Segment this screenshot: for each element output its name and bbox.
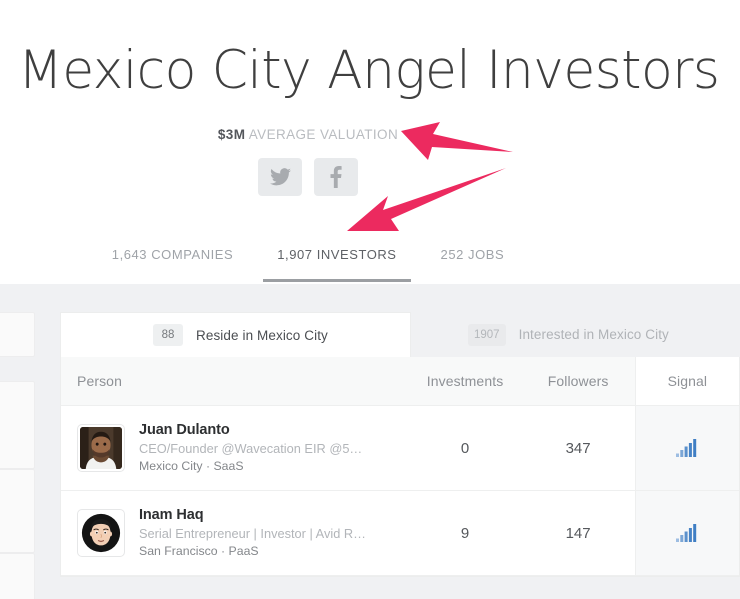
- person-info: Inam Haq Serial Entrepreneur | Investor …: [139, 507, 366, 560]
- person-info: Juan Dulanto CEO/Founder @Wavecation EIR…: [139, 422, 362, 475]
- followers-value: 147: [565, 524, 591, 542]
- filter-label-reside: Reside in Mexico City: [196, 327, 328, 343]
- filter-count-reside: 88: [153, 324, 183, 346]
- valuation-label: AVERAGE VALUATION: [248, 127, 399, 142]
- signal-cell: [634, 491, 739, 575]
- signal-bars-icon: [676, 439, 698, 457]
- left-partial-panel-3: [0, 469, 35, 553]
- investments-value: 0: [460, 439, 470, 457]
- person-bio: CEO/Founder @Wavecation EIR @5…: [139, 440, 363, 456]
- filter-tab-reside[interactable]: 88 Reside in Mexico City: [60, 312, 411, 357]
- facebook-button[interactable]: [314, 158, 358, 196]
- followers-cell: 147: [522, 491, 635, 575]
- column-header-person-label: Person: [77, 373, 122, 389]
- filter-label-interested: Interested in Mexico City: [518, 327, 669, 342]
- filter-count-interested: 1907: [468, 323, 506, 346]
- location-filter-tabs: 88 Reside in Mexico City 1907 Interested…: [60, 312, 740, 357]
- person-name[interactable]: Juan Dulanto: [139, 422, 362, 439]
- table-row[interactable]: Inam Haq Serial Entrepreneur | Investor …: [61, 491, 739, 576]
- twitter-button[interactable]: [258, 158, 302, 196]
- person-bio: Serial Entrepreneur | Investor | Avid R…: [139, 525, 366, 541]
- social-links: [0, 158, 616, 196]
- person-name[interactable]: Inam Haq: [139, 507, 366, 524]
- page-title: Mexico City Angel Investors: [18, 40, 720, 101]
- person-meta: San Francisco · PaaS: [139, 543, 259, 558]
- avatar: [77, 424, 125, 472]
- column-header-signal[interactable]: Signal: [634, 357, 739, 405]
- filter-tab-interested[interactable]: 1907 Interested in Mexico City: [411, 312, 740, 357]
- followers-value: 347: [565, 439, 591, 457]
- table-header-row: Person Investments Followers Signal: [61, 357, 739, 406]
- column-header-person[interactable]: Person: [61, 357, 408, 405]
- average-valuation: $3M AVERAGE VALUATION: [0, 127, 616, 143]
- column-header-followers-label: Followers: [547, 373, 609, 389]
- column-header-signal-label: Signal: [667, 373, 708, 389]
- left-partial-panel-2: [0, 381, 35, 469]
- page-root: Mexico City Angel Investors $3M AVERAGE …: [0, 0, 740, 599]
- table-row[interactable]: Juan Dulanto CEO/Founder @Wavecation EIR…: [61, 406, 739, 491]
- investments-value: 9: [460, 524, 470, 542]
- valuation-amount: $3M: [217, 127, 246, 142]
- avatar-photo: [80, 427, 122, 469]
- avatar: [77, 509, 125, 557]
- investments-cell: 9: [408, 491, 521, 575]
- tab-jobs[interactable]: 252 JOBS: [419, 243, 527, 282]
- profile-tabs: 1,643 COMPANIES 1,907 INVESTORS 252 JOBS: [0, 243, 616, 282]
- twitter-icon: [269, 168, 291, 186]
- person-cell[interactable]: Inam Haq Serial Entrepreneur | Investor …: [61, 491, 408, 575]
- investments-cell: 0: [408, 406, 521, 490]
- column-header-investments[interactable]: Investments: [408, 357, 521, 405]
- table-body: Juan Dulanto CEO/Founder @Wavecation EIR…: [61, 406, 739, 576]
- person-cell[interactable]: Juan Dulanto CEO/Founder @Wavecation EIR…: [61, 406, 408, 490]
- left-partial-panel-4: [0, 553, 35, 599]
- person-meta: Mexico City · SaaS: [139, 458, 244, 473]
- signal-cell: [634, 406, 739, 490]
- tab-companies[interactable]: 1,643 COMPANIES: [90, 243, 255, 282]
- profile-header: Mexico City Angel Investors $3M AVERAGE …: [0, 0, 740, 284]
- facebook-icon: [330, 166, 342, 188]
- column-header-followers[interactable]: Followers: [522, 357, 635, 405]
- signal-bars-icon: [676, 524, 698, 542]
- avatar-cartoon: [80, 512, 122, 554]
- investors-table: Person Investments Followers Signal Juan…: [60, 357, 740, 577]
- tab-investors[interactable]: 1,907 INVESTORS: [255, 243, 418, 282]
- content-area: 88 Reside in Mexico City 1907 Interested…: [0, 284, 740, 599]
- left-partial-panel-1: [0, 312, 35, 357]
- column-header-investments-label: Investments: [426, 373, 504, 389]
- followers-cell: 347: [522, 406, 635, 490]
